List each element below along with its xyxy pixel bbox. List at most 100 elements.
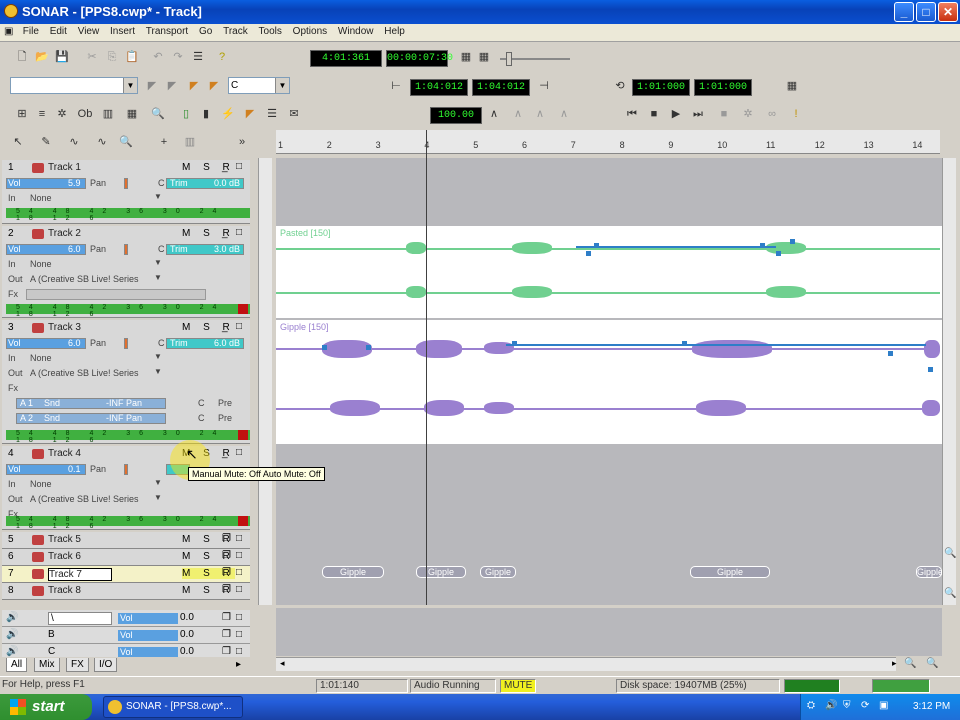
envelope-tool-2-icon[interactable]: ∿ (94, 134, 110, 150)
expand-bus-icon[interactable]: □ (236, 612, 242, 623)
ob-icon[interactable]: Ob (74, 106, 96, 122)
small-clip[interactable]: Gipple (416, 566, 466, 578)
tab-scroll-icon[interactable]: ▸ (236, 659, 241, 670)
arrow-tool-2-icon[interactable]: ◤ (164, 78, 180, 94)
mixer-icon[interactable]: ⊞ (14, 106, 30, 122)
track-7[interactable]: 7 Track 7 M S R ❐ □ (2, 566, 250, 583)
update-icon[interactable]: ⟳ (861, 700, 869, 711)
punch-end-display[interactable]: 1:01:000 (694, 79, 752, 96)
bus-name[interactable]: \ (48, 612, 112, 625)
track-name[interactable]: Track 5 (48, 534, 81, 545)
snap-icon[interactable]: ▦ (476, 49, 492, 65)
menu-edit[interactable]: Edit (46, 24, 71, 39)
undo-icon[interactable]: ↶ (150, 49, 166, 65)
marker-2-icon[interactable]: ◤ (206, 78, 222, 94)
doc-icon[interactable]: ▣ (0, 24, 16, 39)
tab-fx[interactable]: FX (66, 658, 89, 672)
menu-view[interactable]: View (74, 24, 104, 39)
track-8[interactable]: 8 Track 8 M S R ❐ □ (2, 583, 250, 600)
expand-track-icon[interactable]: □ (236, 550, 242, 561)
restore-track-icon[interactable]: ❐ (222, 584, 231, 595)
bus-clips-pane[interactable] (276, 608, 942, 656)
clip-lane-2[interactable]: Pasted [150] (276, 226, 942, 318)
close-button[interactable]: ✕ (938, 2, 958, 22)
network-icon[interactable]: ⛭ (807, 700, 815, 711)
bus-name[interactable]: B (48, 629, 55, 640)
paste-icon[interactable]: 📋 (124, 49, 140, 65)
clips-pane[interactable]: Pasted [150] Gipple [150] Gipple Gipple … (276, 158, 943, 605)
envelope-node[interactable] (928, 367, 933, 372)
snap-grid-icon[interactable]: ▥ (182, 134, 198, 150)
scroll-left-icon[interactable]: ◂ (280, 658, 285, 669)
track-6[interactable]: 6 Track 6 M S R ❐ □ (2, 549, 250, 566)
bars-icon[interactable]: ▥ (100, 106, 116, 122)
play-icon[interactable]: ▶ (668, 106, 684, 122)
zoom-out-vertical-icon[interactable]: 🔍 (944, 588, 956, 599)
track-5[interactable]: 5 Track 5 M S R ❐ □ (2, 532, 250, 549)
track-name[interactable]: Track 1 (48, 162, 81, 173)
minimize-track-icon[interactable]: _ (222, 162, 228, 173)
timeline-ruler[interactable]: 1234567891011121314 (276, 130, 940, 154)
menu-go[interactable]: Go (195, 24, 216, 39)
envelope-node[interactable] (790, 239, 795, 244)
send-1-slider[interactable] (16, 398, 166, 409)
position-slider-thumb[interactable] (506, 52, 512, 66)
envelope-node[interactable] (760, 243, 765, 248)
chevron-right-icon[interactable]: » (234, 134, 250, 150)
expand-track-icon[interactable]: □ (236, 567, 242, 578)
tab-all[interactable]: All (6, 658, 28, 672)
send-2-slider[interactable] (16, 413, 166, 424)
menu-options[interactable]: Options (289, 24, 331, 39)
track-name[interactable]: Track 4 (48, 448, 81, 459)
track-select-combo[interactable]: ▼ (10, 77, 138, 94)
punch-toggle-icon[interactable]: ▦ (784, 78, 800, 94)
track-name-edit[interactable]: Track 7 (48, 568, 112, 581)
grid-icon[interactable]: ▦ (458, 49, 474, 65)
history-icon[interactable]: ☰ (190, 49, 206, 65)
restore-track-icon[interactable]: ❐ (222, 533, 231, 544)
zoom-out-horizontal-icon[interactable]: 🔍 (904, 658, 916, 669)
menu-track[interactable]: Track (219, 24, 252, 39)
event-list-icon[interactable]: ☰ (264, 106, 280, 122)
copy-icon[interactable]: ⎘ (104, 49, 120, 65)
track-name[interactable]: Track 2 (48, 228, 81, 239)
expand-track-icon[interactable]: □ (236, 447, 242, 458)
envelope-node[interactable] (512, 341, 517, 346)
envelope-node[interactable] (888, 351, 893, 356)
bus-volume-slider[interactable]: Vol (118, 613, 178, 624)
minimize-track-icon[interactable]: _ (222, 322, 228, 333)
pan-slider[interactable] (124, 338, 128, 349)
minimize-button[interactable]: _ (894, 2, 914, 22)
rewind-icon[interactable]: ⏮ (624, 106, 640, 122)
draw-tool-icon[interactable]: ✎ (38, 134, 54, 150)
restore-bus-icon[interactable]: ❐ (222, 646, 231, 657)
menu-transport[interactable]: Transport (142, 24, 192, 39)
redo-icon[interactable]: ↷ (170, 49, 186, 65)
select-tool-icon[interactable]: ↖ (10, 134, 26, 150)
input-value[interactable]: None (30, 353, 52, 363)
bus-volume-slider[interactable]: Vol (118, 630, 178, 641)
expand-track-icon[interactable]: □ (236, 533, 242, 544)
volume-tray-icon[interactable]: 🔊 (825, 700, 837, 711)
chevron-down-icon[interactable]: ▼ (154, 192, 162, 201)
marker-icon[interactable]: ◤ (186, 78, 202, 94)
bus-a[interactable]: 🔊 \ Vol 0.0 ❐ □ (2, 610, 250, 627)
lyrics-icon[interactable]: ✉ (286, 106, 302, 122)
clip-lane-1[interactable] (276, 158, 942, 224)
bus-b[interactable]: 🔊 B Vol 0.0 ❐ □ (2, 627, 250, 644)
scroll-right-icon[interactable]: ▸ (892, 658, 897, 669)
zoom-in-horizontal-icon[interactable]: 🔍 (926, 658, 938, 669)
punch-start-display[interactable]: 1:01:000 (632, 79, 690, 96)
record-icon[interactable]: ■ (716, 106, 732, 122)
volume-envelope[interactable] (576, 246, 776, 248)
chevron-down-icon[interactable]: ▼ (154, 273, 162, 282)
small-clip[interactable]: Gipple (690, 566, 770, 578)
envelope-tool-icon[interactable]: ∿ (66, 134, 82, 150)
loop-start-display[interactable]: 1:04:012 (410, 79, 468, 96)
input-value[interactable]: None (30, 193, 52, 203)
arrow-tool-icon[interactable]: ◤ (144, 78, 160, 94)
minimize-track-icon[interactable]: _ (222, 228, 228, 239)
envelope-node[interactable] (776, 251, 781, 256)
menu-window[interactable]: Window (334, 24, 378, 39)
chevron-down-icon[interactable]: ▼ (154, 493, 162, 502)
